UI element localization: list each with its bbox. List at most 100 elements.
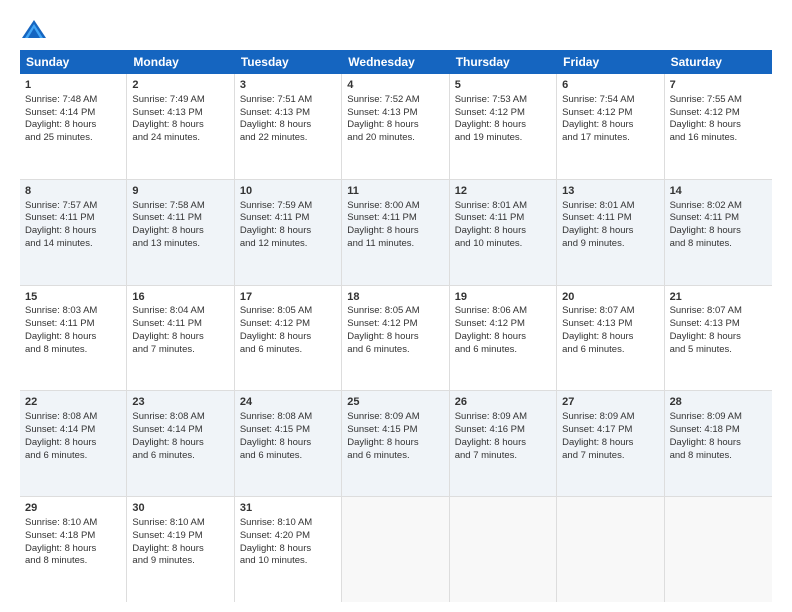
day-info-line: and 16 minutes.	[670, 132, 767, 145]
day-info-line: and 7 minutes.	[132, 344, 228, 357]
day-info-line: Sunset: 4:14 PM	[25, 107, 121, 120]
day-info-line: and 9 minutes.	[562, 238, 658, 251]
day-info-line: Daylight: 8 hours	[670, 119, 767, 132]
day-number: 19	[455, 290, 551, 305]
day-info-line: and 6 minutes.	[132, 450, 228, 463]
day-info-line: Sunrise: 8:09 AM	[562, 411, 658, 424]
day-info-line: Sunrise: 7:57 AM	[25, 200, 121, 213]
day-info-line: and 6 minutes.	[347, 450, 443, 463]
day-info-line: Sunset: 4:12 PM	[455, 318, 551, 331]
header-day-thursday: Thursday	[450, 50, 557, 74]
day-info-line: Sunset: 4:16 PM	[455, 424, 551, 437]
day-info-line: and 24 minutes.	[132, 132, 228, 145]
day-info-line: and 22 minutes.	[240, 132, 336, 145]
calendar-cell: 9Sunrise: 7:58 AMSunset: 4:11 PMDaylight…	[127, 180, 234, 285]
calendar-cell	[557, 497, 664, 602]
day-number: 22	[25, 395, 121, 410]
header-day-tuesday: Tuesday	[235, 50, 342, 74]
calendar-cell: 7Sunrise: 7:55 AMSunset: 4:12 PMDaylight…	[665, 74, 772, 179]
calendar-row-1: 1Sunrise: 7:48 AMSunset: 4:14 PMDaylight…	[20, 74, 772, 180]
day-info-line: Sunset: 4:11 PM	[132, 318, 228, 331]
day-info-line: and 14 minutes.	[25, 238, 121, 251]
page: SundayMondayTuesdayWednesdayThursdayFrid…	[0, 0, 792, 612]
day-info-line: Sunrise: 8:06 AM	[455, 305, 551, 318]
calendar-cell: 21Sunrise: 8:07 AMSunset: 4:13 PMDayligh…	[665, 286, 772, 391]
day-number: 15	[25, 290, 121, 305]
day-info-line: Daylight: 8 hours	[670, 331, 767, 344]
day-info-line: Daylight: 8 hours	[670, 225, 767, 238]
calendar-cell: 30Sunrise: 8:10 AMSunset: 4:19 PMDayligh…	[127, 497, 234, 602]
day-info-line: Sunrise: 8:08 AM	[25, 411, 121, 424]
day-info-line: and 8 minutes.	[25, 555, 121, 568]
day-number: 18	[347, 290, 443, 305]
day-number: 10	[240, 184, 336, 199]
day-info-line: and 10 minutes.	[240, 555, 336, 568]
day-info-line: Sunset: 4:13 PM	[562, 318, 658, 331]
day-info-line: Sunset: 4:13 PM	[347, 107, 443, 120]
day-info-line: and 6 minutes.	[25, 450, 121, 463]
calendar-row-5: 29Sunrise: 8:10 AMSunset: 4:18 PMDayligh…	[20, 497, 772, 602]
day-info-line: Sunrise: 7:59 AM	[240, 200, 336, 213]
day-info-line: Sunset: 4:14 PM	[25, 424, 121, 437]
day-info-line: and 17 minutes.	[562, 132, 658, 145]
day-info-line: Sunset: 4:12 PM	[455, 107, 551, 120]
day-number: 1	[25, 78, 121, 93]
day-info-line: Daylight: 8 hours	[347, 119, 443, 132]
day-info-line: Sunrise: 7:58 AM	[132, 200, 228, 213]
calendar-cell: 18Sunrise: 8:05 AMSunset: 4:12 PMDayligh…	[342, 286, 449, 391]
day-number: 27	[562, 395, 658, 410]
calendar-cell	[665, 497, 772, 602]
calendar-row-2: 8Sunrise: 7:57 AMSunset: 4:11 PMDaylight…	[20, 180, 772, 286]
calendar-cell: 4Sunrise: 7:52 AMSunset: 4:13 PMDaylight…	[342, 74, 449, 179]
calendar-cell: 17Sunrise: 8:05 AMSunset: 4:12 PMDayligh…	[235, 286, 342, 391]
day-info-line: Daylight: 8 hours	[240, 437, 336, 450]
calendar-cell: 6Sunrise: 7:54 AMSunset: 4:12 PMDaylight…	[557, 74, 664, 179]
calendar-cell: 26Sunrise: 8:09 AMSunset: 4:16 PMDayligh…	[450, 391, 557, 496]
day-info-line: Daylight: 8 hours	[562, 437, 658, 450]
day-info-line: Sunrise: 8:07 AM	[562, 305, 658, 318]
calendar-cell: 15Sunrise: 8:03 AMSunset: 4:11 PMDayligh…	[20, 286, 127, 391]
calendar-cell: 20Sunrise: 8:07 AMSunset: 4:13 PMDayligh…	[557, 286, 664, 391]
day-info-line: Daylight: 8 hours	[25, 225, 121, 238]
calendar-cell: 2Sunrise: 7:49 AMSunset: 4:13 PMDaylight…	[127, 74, 234, 179]
day-info-line: Sunrise: 8:10 AM	[240, 517, 336, 530]
calendar-cell: 3Sunrise: 7:51 AMSunset: 4:13 PMDaylight…	[235, 74, 342, 179]
day-info-line: Daylight: 8 hours	[240, 119, 336, 132]
day-info-line: Sunrise: 8:00 AM	[347, 200, 443, 213]
day-info-line: Sunset: 4:14 PM	[132, 424, 228, 437]
day-info-line: Daylight: 8 hours	[132, 543, 228, 556]
day-info-line: Sunrise: 8:01 AM	[562, 200, 658, 213]
day-info-line: Sunrise: 8:04 AM	[132, 305, 228, 318]
day-info-line: Sunset: 4:11 PM	[25, 212, 121, 225]
day-info-line: Sunset: 4:11 PM	[562, 212, 658, 225]
calendar-cell: 23Sunrise: 8:08 AMSunset: 4:14 PMDayligh…	[127, 391, 234, 496]
calendar-body: 1Sunrise: 7:48 AMSunset: 4:14 PMDaylight…	[20, 74, 772, 602]
day-info-line: Sunset: 4:13 PM	[670, 318, 767, 331]
calendar-cell: 31Sunrise: 8:10 AMSunset: 4:20 PMDayligh…	[235, 497, 342, 602]
day-info-line: Sunset: 4:20 PM	[240, 530, 336, 543]
day-info-line: Sunrise: 8:10 AM	[25, 517, 121, 530]
day-number: 25	[347, 395, 443, 410]
day-number: 31	[240, 501, 336, 516]
day-info-line: Sunrise: 8:07 AM	[670, 305, 767, 318]
day-info-line: Daylight: 8 hours	[25, 437, 121, 450]
calendar-header: SundayMondayTuesdayWednesdayThursdayFrid…	[20, 50, 772, 74]
calendar-cell: 14Sunrise: 8:02 AMSunset: 4:11 PMDayligh…	[665, 180, 772, 285]
day-info-line: and 8 minutes.	[670, 450, 767, 463]
header-day-monday: Monday	[127, 50, 234, 74]
calendar-cell: 8Sunrise: 7:57 AMSunset: 4:11 PMDaylight…	[20, 180, 127, 285]
calendar-cell: 5Sunrise: 7:53 AMSunset: 4:12 PMDaylight…	[450, 74, 557, 179]
day-info-line: and 11 minutes.	[347, 238, 443, 251]
day-info-line: Sunset: 4:12 PM	[562, 107, 658, 120]
day-info-line: Sunrise: 8:03 AM	[25, 305, 121, 318]
day-info-line: Daylight: 8 hours	[670, 437, 767, 450]
day-info-line: and 9 minutes.	[132, 555, 228, 568]
calendar-cell: 25Sunrise: 8:09 AMSunset: 4:15 PMDayligh…	[342, 391, 449, 496]
day-info-line: Sunset: 4:19 PM	[132, 530, 228, 543]
day-info-line: Sunset: 4:11 PM	[25, 318, 121, 331]
day-info-line: Daylight: 8 hours	[455, 225, 551, 238]
calendar-cell	[342, 497, 449, 602]
day-number: 5	[455, 78, 551, 93]
header	[20, 18, 772, 42]
day-number: 16	[132, 290, 228, 305]
